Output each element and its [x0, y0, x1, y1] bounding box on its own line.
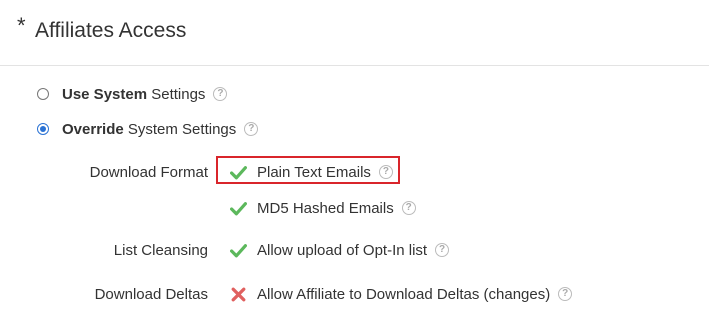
affiliates-access-panel: * Affiliates Access Use System Settings … [0, 0, 709, 336]
use-system-settings-option[interactable]: Use System Settings ? [37, 84, 228, 104]
cross-icon [231, 287, 246, 301]
check-icon [230, 165, 247, 179]
plain-text-emails-label: Plain Text Emails [257, 163, 371, 181]
use-system-settings-label: Settings [147, 85, 206, 103]
required-marker: * [17, 13, 26, 38]
md5-hashed-emails-label: MD5 Hashed Emails [257, 199, 394, 217]
help-icon[interactable]: ? [435, 243, 450, 257]
check-icon [230, 243, 247, 257]
plain-text-emails-option[interactable]: Plain Text Emails ? [230, 162, 393, 182]
use-system-settings-bold-label: Use System [62, 85, 148, 103]
help-icon[interactable]: ? [558, 287, 573, 301]
override-system-settings-radio[interactable] [37, 123, 49, 135]
use-system-settings-radio[interactable] [37, 88, 49, 100]
override-bold-label: Override [62, 120, 124, 138]
download-deltas-label: Download Deltas [94, 286, 208, 303]
help-icon[interactable]: ? [213, 87, 228, 101]
allow-download-deltas-option[interactable]: Allow Affiliate to Download Deltas (chan… [230, 284, 573, 304]
help-icon[interactable]: ? [401, 201, 416, 215]
check-icon [230, 201, 247, 215]
section-header: * Affiliates Access [0, 0, 709, 66]
list-cleansing-label: List Cleansing [113, 242, 208, 259]
override-system-settings-option[interactable]: Override System Settings ? [37, 119, 259, 139]
section-title: Affiliates Access [35, 19, 187, 42]
allow-opt-in-upload-label: Allow upload of Opt-In list [257, 241, 428, 259]
allow-opt-in-upload-option[interactable]: Allow upload of Opt-In list ? [230, 240, 450, 260]
override-system-settings-label: System Settings [123, 120, 237, 138]
help-icon[interactable]: ? [378, 165, 393, 179]
help-icon[interactable]: ? [244, 122, 259, 136]
md5-hashed-emails-option[interactable]: MD5 Hashed Emails ? [230, 198, 416, 218]
allow-download-deltas-label: Allow Affiliate to Download Deltas (chan… [257, 285, 551, 303]
download-format-label: Download Format [89, 164, 208, 181]
